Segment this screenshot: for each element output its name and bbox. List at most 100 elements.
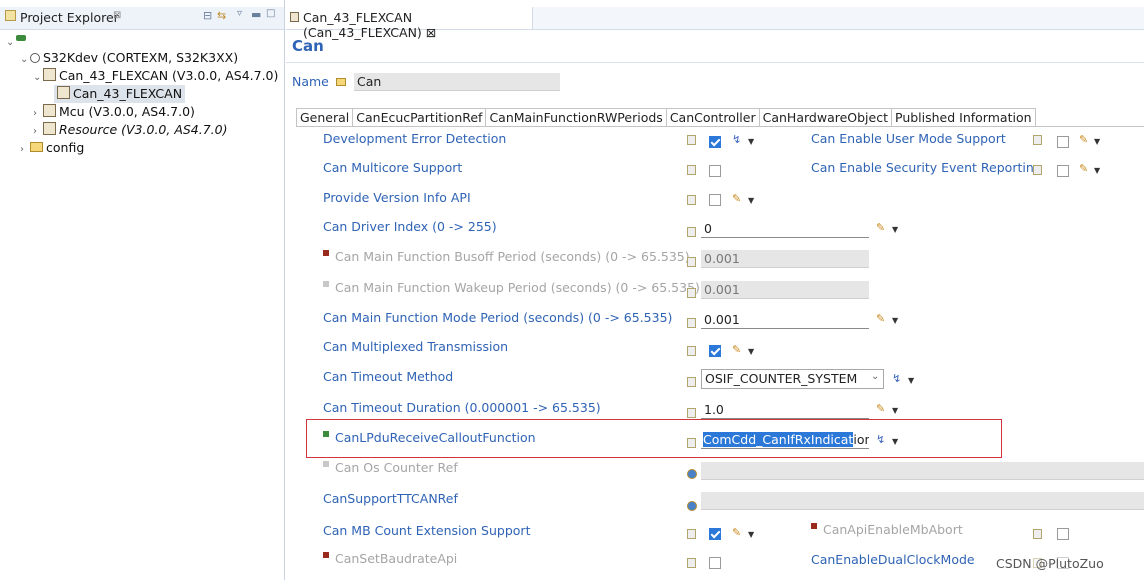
security-checkbox[interactable] <box>1057 165 1069 177</box>
param-info-icon <box>687 346 696 356</box>
mode-period-input[interactable]: 0.001 <box>701 311 869 329</box>
link-icon[interactable]: ↯ <box>876 433 885 446</box>
mb-count-checkbox[interactable] <box>709 528 721 540</box>
param-info-icon <box>687 529 696 539</box>
edit-pencil-icon[interactable]: ✎ <box>876 221 885 234</box>
os-counter-ref-field <box>701 462 1144 480</box>
tab-cancontroller[interactable]: CanController <box>665 108 760 127</box>
timeout-method-value: OSIF_COUNTER_SYSTEM <box>705 371 858 386</box>
minimize-icon[interactable]: ▬ <box>251 8 261 21</box>
module-icon <box>43 68 56 81</box>
maximize-icon[interactable]: □ <box>266 8 275 19</box>
edit-pencil-icon[interactable]: ✎ <box>732 526 741 539</box>
config-icon <box>57 86 70 99</box>
module-icon <box>290 12 299 22</box>
project-explorer-title: Project Explorer <box>20 10 119 25</box>
link-editor-icon[interactable]: ⇆ <box>217 9 226 22</box>
close-view-icon[interactable]: ⊠ <box>113 10 121 21</box>
chevron-down-icon[interactable]: ▼ <box>908 376 914 385</box>
param-info-icon <box>687 135 696 145</box>
driver-index-input[interactable]: 0 <box>701 220 869 238</box>
param-info-icon <box>687 165 696 175</box>
tab-canmainfunctionrwperiods[interactable]: CanMainFunctionRWPeriods <box>485 108 667 127</box>
tab-canhardwareobject[interactable]: CanHardwareObject <box>758 108 892 127</box>
name-label: Name <box>292 74 329 89</box>
param-ttcan-label: CanSupportTTCANRef <box>323 491 458 506</box>
busoff-input: 0.001 <box>701 250 869 268</box>
dev-error-checkbox[interactable] <box>709 136 721 148</box>
param-info-icon <box>687 558 696 568</box>
param-mode-period-label: Can Main Function Mode Period (seconds) … <box>323 310 673 325</box>
link-icon[interactable]: ↯ <box>892 372 901 385</box>
tree-item-can-module[interactable]: ⌄ Can_43_FLEXCAN (V3.0.0, AS4.7.0) <box>33 67 278 85</box>
multicore-checkbox[interactable] <box>709 165 721 177</box>
lpdu-callout-input[interactable]: ComCdd_CanIfRxIndicationH <box>701 431 869 449</box>
project-icon <box>30 53 40 63</box>
param-info-icon <box>687 438 696 448</box>
chevron-down-icon[interactable]: ▼ <box>1094 137 1100 146</box>
edit-pencil-icon[interactable]: ✎ <box>1079 162 1088 175</box>
chevron-down-icon[interactable]: ▼ <box>892 225 898 234</box>
timeout-method-select[interactable]: OSIF_COUNTER_SYSTEM ⌄ <box>701 369 884 389</box>
tree-item-resource-module[interactable]: › Resource (V3.0.0, AS4.7.0) <box>33 121 227 139</box>
param-multiplexed-label: Can Multiplexed Transmission <box>323 339 509 354</box>
chevron-down-icon[interactable]: ⌄ <box>33 69 43 87</box>
required-marker-icon <box>323 250 329 256</box>
user-mode-checkbox[interactable] <box>1057 136 1069 148</box>
folder-icon <box>336 78 346 86</box>
param-info-icon <box>1033 529 1042 539</box>
ttcan-ref-field <box>701 492 1144 510</box>
param-info-icon <box>687 318 696 328</box>
chevron-down-icon[interactable]: ▼ <box>892 316 898 325</box>
chevron-down-icon[interactable]: ⌄ <box>6 34 16 52</box>
tab-canecucpartitionref[interactable]: CanEcucPartitionRef <box>352 108 487 127</box>
param-info-icon <box>687 377 696 387</box>
param-busoff-label: Can Main Function Busoff Period (seconds… <box>323 248 690 266</box>
edit-pencil-icon[interactable]: ✎ <box>876 312 885 325</box>
chevron-down-icon[interactable]: ▼ <box>748 196 754 205</box>
reference-icon <box>687 469 697 479</box>
selected-text: ComCdd_CanIfRxIndicat <box>703 432 854 447</box>
param-info-icon <box>1033 165 1042 175</box>
chevron-down-icon[interactable]: ▼ <box>748 530 754 539</box>
header-divider <box>286 62 1144 63</box>
tree-item-mcu-module[interactable]: › Mcu (V3.0.0, AS4.7.0) <box>33 103 195 121</box>
chevron-down-icon[interactable]: ▼ <box>748 347 754 356</box>
tab-general[interactable]: General <box>296 108 354 127</box>
project-explorer-tab[interactable]: Project Explorer ⊠ ⊟ ⇆ ▿ ▬ □ <box>0 7 284 30</box>
timeout-duration-input[interactable]: 1.0 <box>701 401 869 419</box>
param-wakeup-label: Can Main Function Wakeup Period (seconds… <box>323 279 700 297</box>
mb-abort-checkbox[interactable] <box>1057 528 1069 540</box>
collapse-all-icon[interactable]: ⊟ <box>203 9 212 22</box>
tree-item-project[interactable]: ⌄ S32Kdev (CORTEXM, S32K3XX) <box>20 49 238 67</box>
link-icon[interactable]: ↯ <box>732 133 741 146</box>
param-info-icon <box>687 408 696 418</box>
param-multicore-label: Can Multicore Support <box>323 160 463 175</box>
version-info-checkbox[interactable] <box>709 194 721 206</box>
set-baud-checkbox[interactable] <box>709 557 721 569</box>
chevron-down-icon[interactable]: ⌄ <box>20 51 30 69</box>
chevron-down-icon[interactable]: ▼ <box>892 437 898 446</box>
tree-item-config-folder[interactable]: › config <box>20 139 84 157</box>
edit-pencil-icon[interactable]: ✎ <box>732 343 741 356</box>
param-mb-count-label: Can MB Count Extension Support <box>323 523 531 538</box>
chevron-down-icon[interactable]: ▼ <box>892 406 898 415</box>
editor-tab-title: Can_43_FLEXCAN (Can_43_FLEXCAN) ⊠ <box>303 10 437 40</box>
tab-published-information[interactable]: Published Information <box>891 108 1036 127</box>
chevron-right-icon[interactable]: › <box>20 141 30 159</box>
tab-content-border <box>296 126 1144 127</box>
edit-pencil-icon[interactable]: ✎ <box>876 402 885 415</box>
multiplexed-checkbox[interactable] <box>709 345 721 357</box>
edit-pencil-icon[interactable]: ✎ <box>1079 133 1088 146</box>
tree-root[interactable]: ⌄ <box>6 32 29 50</box>
chevron-down-icon[interactable]: ▼ <box>748 137 754 146</box>
param-timeout-duration-label: Can Timeout Duration (0.000001 -> 65.535… <box>323 400 601 415</box>
edit-pencil-icon[interactable]: ✎ <box>732 192 741 205</box>
chevron-down-icon[interactable]: ⌄ <box>871 371 879 382</box>
editor-tab[interactable]: Can_43_FLEXCAN (Can_43_FLEXCAN) ⊠ <box>286 7 533 40</box>
name-field[interactable]: Can <box>354 73 560 91</box>
view-menu-icon[interactable]: ▿ <box>237 8 242 19</box>
chevron-down-icon[interactable]: ▼ <box>1094 166 1100 175</box>
tree-item-can-config-selected[interactable]: Can_43_FLEXCAN <box>54 85 186 103</box>
param-timeout-method-label: Can Timeout Method <box>323 369 454 384</box>
